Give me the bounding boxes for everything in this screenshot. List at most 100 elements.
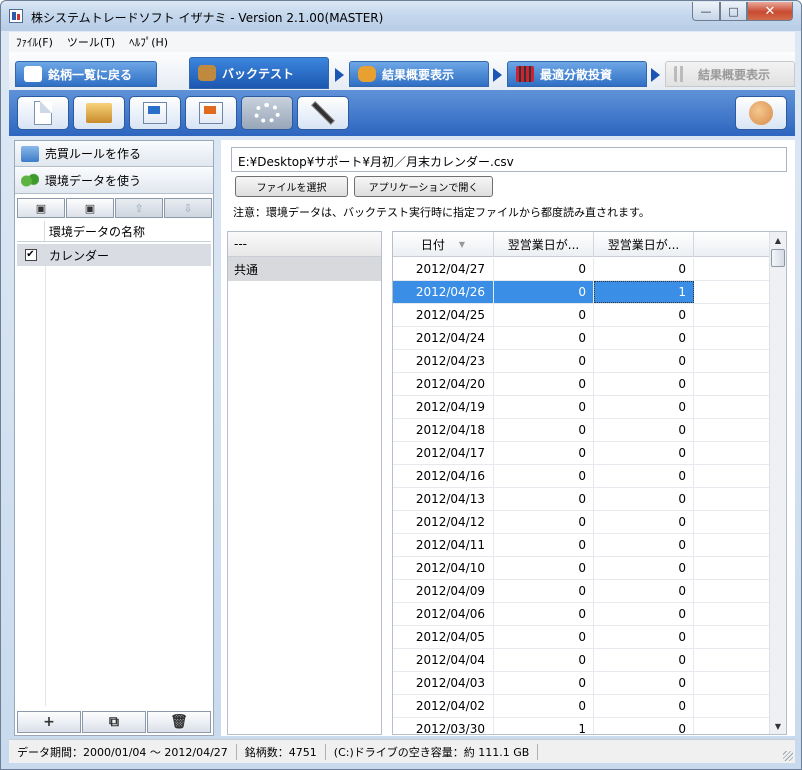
grid-row[interactable]: 2012/04/04 0 0 [393,649,770,672]
main-toolbar [9,90,795,136]
close-button[interactable]: ✕ [747,2,793,21]
grid-cell-date: 2012/04/10 [393,557,494,579]
tab-optimal-portfolio[interactable]: 最適分散投資 [507,61,647,87]
date-header-label: 日付 [420,238,445,252]
env-list-row[interactable]: ✔ カレンダー [17,244,211,266]
grid-row[interactable]: 2012/04/25 0 0 [393,304,770,327]
open-with-app-button[interactable]: アプリケーションで開く [354,176,493,197]
grid-row[interactable]: 2012/04/03 0 0 [393,672,770,695]
grid-cell-next-day-1: 0 [494,603,594,625]
grid-cell-date: 2012/04/02 [393,695,494,717]
grid-cell-next-day-1: 0 [494,649,594,671]
grid-row[interactable]: 2012/04/02 0 0 [393,695,770,718]
grid-cell-date: 2012/04/12 [393,511,494,533]
grid-cell-next-day-2: 0 [594,396,694,418]
grid-cell-date: 2012/04/17 [393,442,494,464]
tab-summary2-label: 結果概要表示 [698,67,771,82]
grid-cell-date: 2012/04/06 [393,603,494,625]
make-rule-label: 売買ルールを作る [45,147,142,161]
right-panel: E:¥Desktop¥サポート¥月初／月末カレンダー.csv ファイルを選択 ア… [221,140,795,736]
scroll-down-icon[interactable]: ▼ [770,718,786,734]
grid-scrollbar[interactable]: ▲ ▼ [769,232,786,734]
grid-cell-next-day-1: 0 [494,626,594,648]
tab-back-label: 銘柄一覧に戻る [48,67,133,82]
tools-button[interactable] [297,96,349,130]
copy-env-button[interactable]: ⧉ [82,711,146,733]
add-env-button[interactable]: + [17,711,81,733]
menu-file[interactable]: ﾌｧｲﾙ(F) [9,34,60,50]
next-business-day-column-2[interactable]: 翌営業日が... [594,232,694,257]
maximize-button[interactable]: □ [720,2,747,21]
grid-row[interactable]: 2012/03/30 1 0 [393,718,770,734]
tab-back-to-list[interactable]: 銘柄一覧に戻る [15,61,157,87]
help-button[interactable] [735,96,787,130]
env-name-column-header: 環境データの名称 [49,224,146,239]
grid-row[interactable]: 2012/04/10 0 0 [393,557,770,580]
tab-result-summary-2[interactable]: 結果概要表示 [665,61,795,87]
settings-button[interactable] [241,96,293,130]
status-bar: データ期間：2000/01/04 〜 2012/04/27 銘柄数：4751 (… [9,739,795,763]
app-icon [9,9,23,23]
make-rule-button[interactable]: 売買ルールを作る [15,141,213,167]
grid-cell-date: 2012/04/05 [393,626,494,648]
menu-tools[interactable]: ツール(T) [60,34,122,50]
grid-row[interactable]: 2012/04/26 0 1 [393,281,770,304]
save-as-button[interactable]: ▣ [66,198,114,218]
file-path-field[interactable]: E:¥Desktop¥サポート¥月初／月末カレンダー.csv [231,147,787,172]
grid-row[interactable]: 2012/04/06 0 0 [393,603,770,626]
title-bar[interactable]: 株システムトレードソフト イザナミ - Version 2.1.00(MASTE… [1,1,801,31]
grid-row[interactable]: 2012/04/24 0 0 [393,327,770,350]
rule-icon [21,145,39,162]
grid-cell-next-day-2: 0 [594,304,694,326]
move-up-button[interactable]: ⇧ [115,198,163,218]
save-button[interactable]: ▣ [17,198,65,218]
save-icon: ▣ [35,201,47,215]
group-list: --- 共通 [227,231,382,735]
import-icon [199,102,223,124]
use-env-data-button[interactable]: 環境データを使う [15,168,213,194]
env-row-checkbox[interactable]: ✔ [24,249,37,261]
grid-cell-next-day-2: 0 [594,649,694,671]
tab-backtest[interactable]: バックテスト [189,57,329,89]
grid-cell-next-day-2: 0 [594,373,694,395]
grid-row[interactable]: 2012/04/12 0 0 [393,511,770,534]
grid-row[interactable]: 2012/04/16 0 0 [393,465,770,488]
grid-row[interactable]: 2012/04/19 0 0 [393,396,770,419]
grid-row[interactable]: 2012/04/13 0 0 [393,488,770,511]
tab-bar: 銘柄一覧に戻る バックテスト 結果概要表示 最適分散投資 結果概要表示 [9,52,795,90]
new-button[interactable] [17,96,69,130]
resize-grip[interactable] [783,751,793,761]
grid-row[interactable]: 2012/04/11 0 0 [393,534,770,557]
grid-row[interactable]: 2012/04/17 0 0 [393,442,770,465]
group-list-item[interactable]: 共通 [228,257,381,281]
move-down-button[interactable]: ⇩ [164,198,212,218]
menu-help[interactable]: ﾍﾙﾌﾟ(H) [122,34,175,50]
import-button[interactable] [185,96,237,130]
grid-row[interactable]: 2012/04/05 0 0 [393,626,770,649]
grid-row[interactable]: 2012/04/23 0 0 [393,350,770,373]
grid-cell-date: 2012/04/19 [393,396,494,418]
grid-cell-date: 2012/04/24 [393,327,494,349]
shirt-icon [24,66,42,82]
grid-row[interactable]: 2012/04/27 0 0 [393,258,770,281]
select-file-button[interactable]: ファイルを選択 [235,176,348,197]
open-button[interactable] [73,96,125,130]
env-list-actions: + ⧉ 🗑 [17,711,213,733]
reload-note: 注意：環境データは、バックテスト実行時に指定ファイルから都度読み直されます。 [233,206,650,219]
export-button[interactable] [129,96,181,130]
grid-cell-next-day-1: 0 [494,373,594,395]
minimize-button[interactable]: — [692,2,720,21]
scroll-thumb[interactable] [771,249,785,267]
grid-body: 2012/04/27 0 0 2012/04/26 0 1 2012/04/25 0 0 2012… [393,258,770,734]
scroll-up-icon[interactable]: ▲ [770,232,786,248]
delete-env-button[interactable]: 🗑 [147,711,211,733]
grid-row[interactable]: 2012/04/09 0 0 [393,580,770,603]
date-column-header[interactable]: 日付 ▼ [393,232,494,257]
tab-result-summary[interactable]: 結果概要表示 [349,61,489,87]
grid-cell-next-day-2: 0 [594,534,694,556]
sprout-icon [21,172,39,189]
next-business-day-column-1[interactable]: 翌営業日が... [494,232,594,257]
grid-cell-next-day-1: 0 [494,695,594,717]
grid-row[interactable]: 2012/04/20 0 0 [393,373,770,396]
grid-row[interactable]: 2012/04/18 0 0 [393,419,770,442]
